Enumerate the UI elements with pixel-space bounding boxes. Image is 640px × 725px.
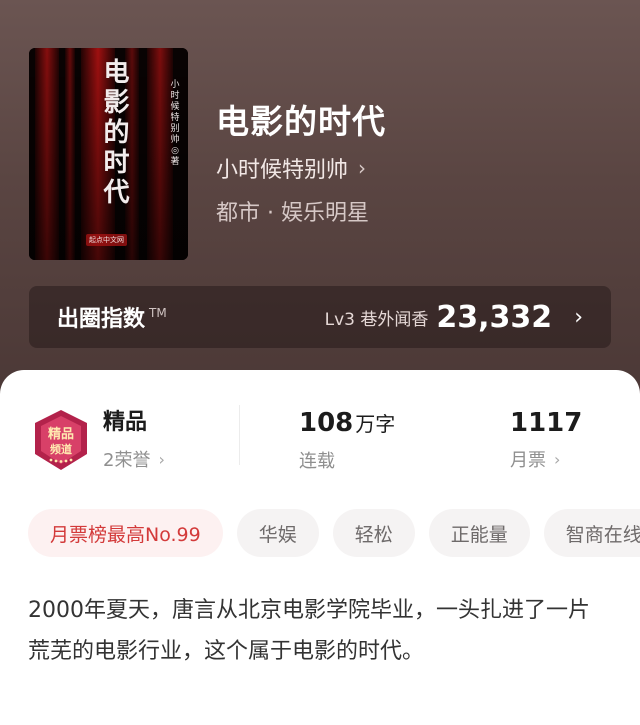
- tag-item[interactable]: 智商在线: [543, 509, 640, 557]
- index-label: 出圈指数: [57, 307, 146, 332]
- book-title: 电影的时代: [216, 102, 386, 141]
- book-cover[interactable]: 电 影 的 时 代 小时候特别帅 ◎ 著 起点中文网: [29, 48, 188, 260]
- trademark-mark: TM: [149, 306, 167, 320]
- book-detail-sheet: 精品 频道 精品 2荣誉 › 108 万字 连载 1117 月票 › 月票榜最高…: [0, 370, 640, 725]
- chevron-right-icon: ›: [554, 449, 561, 469]
- badge-text-2: 频道: [50, 442, 72, 456]
- book-description[interactable]: 2000年夏天，唐言从北京电影学院毕业，一头扎进了一片荒芜的电影行业，这个属于电…: [28, 590, 608, 672]
- cover-publisher-logo: 起点中文网: [86, 234, 127, 246]
- chevron-right-icon: ›: [358, 156, 367, 180]
- chevron-right-icon: ›: [574, 304, 583, 330]
- cover-author-name: 小时候特别帅: [170, 80, 180, 145]
- index-summary: Lv3 巷外闻香 23,332 ›: [325, 300, 583, 335]
- stat-monthly-tickets-value: 1117: [510, 408, 583, 438]
- index-value: 23,332: [436, 299, 553, 335]
- chevron-right-icon: ›: [158, 449, 165, 469]
- stat-quality[interactable]: 精品 2荣誉 ›: [103, 408, 165, 472]
- stat-word-count-value: 108 万字: [299, 408, 396, 438]
- stat-monthly-tickets[interactable]: 1117 月票 ›: [510, 408, 582, 472]
- stat-quality-title: 精品: [103, 410, 148, 435]
- cover-author: 小时候特别帅 ◎ 著: [169, 80, 181, 168]
- book-genre: 都市 · 娱乐明星: [216, 201, 369, 226]
- quality-badge-icon: 精品 频道: [35, 410, 87, 470]
- stat-quality-honors: 2荣誉 ›: [103, 449, 165, 472]
- index-level: Lv3 巷外闻香: [324, 309, 429, 330]
- author-name: 小时候特别帅: [216, 158, 349, 183]
- tag-ranking[interactable]: 月票榜最高No.99: [28, 509, 223, 557]
- stat-word-count: 108 万字 连载: [299, 408, 395, 473]
- tag-item[interactable]: 正能量: [428, 509, 530, 557]
- author-link[interactable]: 小时候特别帅 ›: [216, 152, 366, 184]
- book-header: 电 影 的 时 代 小时候特别帅 ◎ 著 起点中文网 电影的时代 小时候特别帅 …: [0, 0, 640, 400]
- stat-monthly-tickets-label: 月票 ›: [510, 449, 561, 472]
- tag-item[interactable]: 华娱: [236, 509, 319, 557]
- divider: [239, 405, 240, 465]
- stat-status: 连载: [299, 451, 335, 472]
- badge-text-1: 精品: [48, 426, 74, 442]
- tag-item[interactable]: 轻松: [332, 509, 415, 557]
- popularity-index-bar[interactable]: 出圈指数 TM Lv3 巷外闻香 23,332 ›: [29, 286, 611, 348]
- cover-title: 电 影 的 时 代: [103, 58, 131, 208]
- tag-list: 月票榜最高No.99 华娱 轻松 正能量 智商在线: [0, 509, 640, 559]
- cover-author-mark: ◎ 著: [170, 146, 180, 167]
